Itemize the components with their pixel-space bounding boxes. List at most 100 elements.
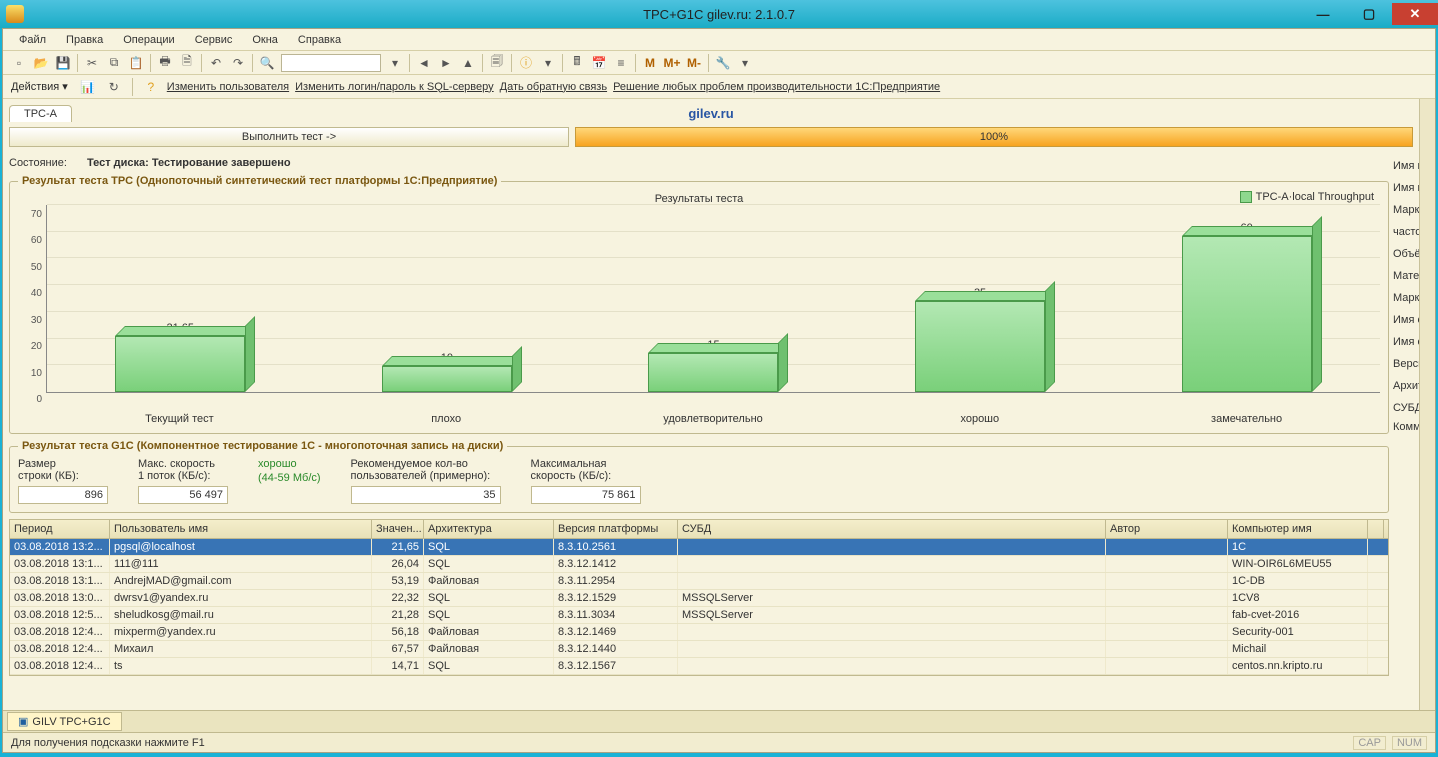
tools-icon[interactable]: 🔧	[713, 53, 733, 73]
table-row[interactable]: 03.08.2018 13:0...dwrsv1@yandex.ru22,32S…	[10, 590, 1388, 607]
search-icon[interactable]: 🔍	[257, 53, 277, 73]
nav-fwd-icon[interactable]: ►	[436, 53, 456, 73]
help-icon[interactable]: ?	[141, 77, 161, 97]
rec-users-label: Рекомендуемое кол-во пользователей (прим…	[351, 458, 501, 482]
menu-operations[interactable]: Операции	[115, 32, 182, 48]
dropdown2-icon[interactable]: ▾	[538, 53, 558, 73]
report-icon[interactable]: 📊	[78, 77, 98, 97]
app-icon	[6, 5, 24, 23]
statusbar: Для получения подсказки нажмите F1 CAP NU…	[3, 732, 1435, 752]
menu-windows[interactable]: Окна	[244, 32, 286, 48]
redo-icon[interactable]: ↷	[228, 53, 248, 73]
actions-button[interactable]: Действия ▾	[7, 78, 72, 95]
tpc-legend: Результат теста TPC (Однопоточный синтет…	[18, 175, 501, 187]
close-button[interactable]: ✕	[1392, 3, 1438, 25]
table-row[interactable]: 03.08.2018 12:5...sheludkosg@mail.ru21,2…	[10, 607, 1388, 624]
max-speed-label: Макс. скорость 1 поток (КБ/с):	[138, 458, 228, 482]
cap-indicator: CAP	[1353, 736, 1386, 750]
save-icon[interactable]: 💾	[53, 53, 73, 73]
action-bar: Действия ▾ 📊 ↻ ? Изменить пользователя И…	[3, 75, 1435, 99]
run-test-button[interactable]: Выполнить тест ->	[9, 127, 569, 147]
copy-doc-icon[interactable]: 🗐	[487, 53, 507, 73]
table-row[interactable]: 03.08.2018 13:2...pgsql@localhost21,65SQ…	[10, 539, 1388, 556]
col-computer[interactable]: Компьютер имя	[1228, 520, 1368, 538]
tpc-chart: 706050403020100 21.6510153560 Текущий те…	[18, 205, 1380, 425]
nav-back-icon[interactable]: ◄	[414, 53, 434, 73]
info-icon[interactable]: ⓘ	[516, 53, 536, 73]
row-size-value: 896	[18, 486, 108, 504]
maxk-label: Максимальная скорость (КБ/с):	[531, 458, 641, 482]
col-user[interactable]: Пользователь имя	[110, 520, 372, 538]
col-arch[interactable]: Архитектура	[424, 520, 554, 538]
col-version[interactable]: Версия платформы	[554, 520, 678, 538]
table-row[interactable]: 03.08.2018 12:4...Михаил67,57Файловая8.3…	[10, 641, 1388, 658]
menu-file[interactable]: Файл	[11, 32, 54, 48]
titlebar: TPC+G1C gilev.ru: 2.1.0.7 — ▢ ✕	[0, 0, 1438, 28]
col-author[interactable]: Автор	[1106, 520, 1228, 538]
table-row[interactable]: 03.08.2018 12:4...mixperm@yandex.ru56,18…	[10, 624, 1388, 641]
nav-up-icon[interactable]: ▲	[458, 53, 478, 73]
calc-icon[interactable]: 🖩	[567, 53, 587, 73]
menubar: Файл Правка Операции Сервис Окна Справка	[3, 29, 1435, 51]
good-label: хорошо	[258, 458, 321, 470]
g1c-legend: Результат теста G1C (Компонентное тестир…	[18, 440, 507, 452]
good-range: (44-59 Мб/с)	[258, 472, 321, 484]
status-label: Состояние:	[9, 157, 67, 169]
print-icon[interactable]: 🖶	[155, 53, 175, 73]
maxk-value: 75 861	[531, 486, 641, 504]
status-text: Тест диска: Тестирование завершено	[87, 157, 291, 169]
mem-mplus-icon[interactable]: M+	[662, 53, 682, 73]
vertical-scrollbar[interactable]	[1419, 99, 1435, 710]
status-hint: Для получения подсказки нажмите F1	[11, 737, 205, 749]
max-speed-value: 56 497	[138, 486, 228, 504]
dropdown-icon[interactable]: ▾	[385, 53, 405, 73]
table-header: Период Пользователь имя Значен... Архите…	[10, 520, 1388, 539]
solve-link[interactable]: Решение любых проблем производительности…	[613, 81, 940, 93]
calendar-icon[interactable]: 📅	[589, 53, 609, 73]
col-value[interactable]: Значен...	[372, 520, 424, 538]
open-icon[interactable]: 📂	[31, 53, 51, 73]
copy-icon[interactable]: ⧉	[104, 53, 124, 73]
rec-users-value: 35	[351, 486, 501, 504]
row-size-label: Размер строки (КБ):	[18, 458, 108, 482]
tools-dd-icon[interactable]: ▾	[735, 53, 755, 73]
undo-icon[interactable]: ↶	[206, 53, 226, 73]
feedback-link[interactable]: Дать обратную связь	[500, 81, 607, 93]
num-indicator: NUM	[1392, 736, 1427, 750]
col-scroll	[1368, 520, 1384, 538]
menu-edit[interactable]: Правка	[58, 32, 111, 48]
cut-icon[interactable]: ✂	[82, 53, 102, 73]
menu-help[interactable]: Справка	[290, 32, 349, 48]
results-table[interactable]: Период Пользователь имя Значен... Архите…	[9, 519, 1389, 676]
maximize-button[interactable]: ▢	[1346, 3, 1392, 25]
refresh-icon[interactable]: ↻	[104, 77, 124, 97]
change-user-link[interactable]: Изменить пользователя	[167, 81, 289, 93]
info-panel: Имя пользователя:pgsql@localhost Имя ком…	[1389, 151, 1419, 676]
window-title: TPC+G1C gilev.ru: 2.1.0.7	[643, 7, 795, 22]
tab-tpca[interactable]: TPC-A	[9, 105, 72, 122]
mem-mminus-icon[interactable]: M-	[684, 53, 704, 73]
brand-link[interactable]: gilev.ru	[688, 106, 733, 121]
tpc-result-group: Результат теста TPC (Однопоточный синтет…	[9, 175, 1389, 434]
mem-m-icon[interactable]: M	[640, 53, 660, 73]
window-tab[interactable]: ▣GILV TPC+G1C	[7, 712, 122, 731]
minimize-button[interactable]: —	[1300, 3, 1346, 25]
table-row[interactable]: 03.08.2018 12:4...ts14,71SQL8.3.12.1567c…	[10, 658, 1388, 675]
chart-legend: TPC-A·local Throughput	[1240, 191, 1374, 203]
paste-icon[interactable]: 📋	[126, 53, 146, 73]
change-sql-link[interactable]: Изменить логин/пароль к SQL-серверу	[295, 81, 494, 93]
new-icon[interactable]: ▫	[9, 53, 29, 73]
legend-swatch-icon	[1240, 191, 1252, 203]
bottom-tabs: ▣GILV TPC+G1C	[3, 710, 1435, 732]
table-row[interactable]: 03.08.2018 13:1...AndrejMAD@gmail.com53,…	[10, 573, 1388, 590]
g1c-result-group: Результат теста G1C (Компонентное тестир…	[9, 440, 1389, 513]
search-input[interactable]	[281, 54, 381, 72]
col-period[interactable]: Период	[10, 520, 110, 538]
preview-icon[interactable]: 🗎	[177, 53, 197, 73]
table-row[interactable]: 03.08.2018 13:1...111@11126,04SQL8.3.12.…	[10, 556, 1388, 573]
col-dbms[interactable]: СУБД	[678, 520, 1106, 538]
main-toolbar: ▫ 📂 💾 ✂ ⧉ 📋 🖶 🗎 ↶ ↷ 🔍 ▾ ◄ ► ▲ 🗐 ⓘ ▾ 🖩 📅 …	[3, 51, 1435, 75]
list-icon[interactable]: ≡	[611, 53, 631, 73]
menu-service[interactable]: Сервис	[187, 32, 241, 48]
progress-bar: 100%	[575, 127, 1413, 147]
